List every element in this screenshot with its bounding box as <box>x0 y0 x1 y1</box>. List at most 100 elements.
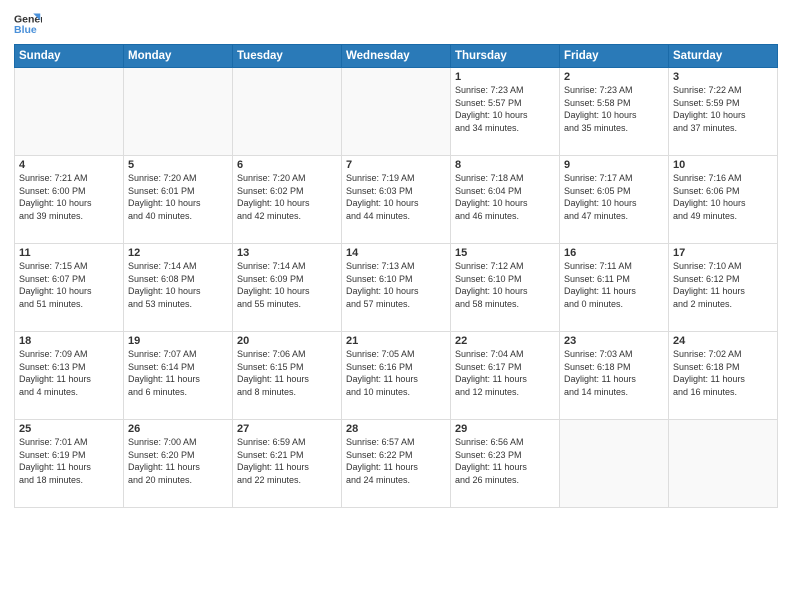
day-number: 21 <box>346 335 446 347</box>
calendar-cell: 29Sunrise: 6:56 AMSunset: 6:23 PMDayligh… <box>451 420 560 508</box>
day-number: 6 <box>237 159 337 171</box>
day-number: 11 <box>19 247 119 259</box>
day-number: 2 <box>564 71 664 83</box>
day-number: 22 <box>455 335 555 347</box>
calendar-cell: 9Sunrise: 7:17 AMSunset: 6:05 PMDaylight… <box>560 156 669 244</box>
calendar-cell <box>233 68 342 156</box>
weekday-header-friday: Friday <box>560 45 669 68</box>
calendar-cell <box>124 68 233 156</box>
cell-content: Sunrise: 7:06 AMSunset: 6:15 PMDaylight:… <box>237 348 337 398</box>
weekday-header-saturday: Saturday <box>669 45 778 68</box>
calendar-cell: 28Sunrise: 6:57 AMSunset: 6:22 PMDayligh… <box>342 420 451 508</box>
calendar-cell: 14Sunrise: 7:13 AMSunset: 6:10 PMDayligh… <box>342 244 451 332</box>
cell-content: Sunrise: 7:09 AMSunset: 6:13 PMDaylight:… <box>19 348 119 398</box>
cell-content: Sunrise: 7:14 AMSunset: 6:08 PMDaylight:… <box>128 260 228 310</box>
cell-content: Sunrise: 7:05 AMSunset: 6:16 PMDaylight:… <box>346 348 446 398</box>
cell-content: Sunrise: 6:56 AMSunset: 6:23 PMDaylight:… <box>455 436 555 486</box>
calendar-cell: 5Sunrise: 7:20 AMSunset: 6:01 PMDaylight… <box>124 156 233 244</box>
cell-content: Sunrise: 7:03 AMSunset: 6:18 PMDaylight:… <box>564 348 664 398</box>
day-number: 9 <box>564 159 664 171</box>
cell-content: Sunrise: 7:04 AMSunset: 6:17 PMDaylight:… <box>455 348 555 398</box>
logo-icon: General Blue <box>14 10 42 38</box>
cell-content: Sunrise: 7:00 AMSunset: 6:20 PMDaylight:… <box>128 436 228 486</box>
day-number: 28 <box>346 423 446 435</box>
calendar-cell: 20Sunrise: 7:06 AMSunset: 6:15 PMDayligh… <box>233 332 342 420</box>
day-number: 20 <box>237 335 337 347</box>
calendar-cell: 10Sunrise: 7:16 AMSunset: 6:06 PMDayligh… <box>669 156 778 244</box>
weekday-header-thursday: Thursday <box>451 45 560 68</box>
calendar-cell: 24Sunrise: 7:02 AMSunset: 6:18 PMDayligh… <box>669 332 778 420</box>
cell-content: Sunrise: 7:14 AMSunset: 6:09 PMDaylight:… <box>237 260 337 310</box>
day-number: 14 <box>346 247 446 259</box>
weekday-header-tuesday: Tuesday <box>233 45 342 68</box>
day-number: 17 <box>673 247 773 259</box>
day-number: 27 <box>237 423 337 435</box>
day-number: 8 <box>455 159 555 171</box>
day-number: 3 <box>673 71 773 83</box>
cell-content: Sunrise: 7:21 AMSunset: 6:00 PMDaylight:… <box>19 172 119 222</box>
calendar-cell: 16Sunrise: 7:11 AMSunset: 6:11 PMDayligh… <box>560 244 669 332</box>
weekday-header-monday: Monday <box>124 45 233 68</box>
calendar-cell: 22Sunrise: 7:04 AMSunset: 6:17 PMDayligh… <box>451 332 560 420</box>
calendar-cell: 25Sunrise: 7:01 AMSunset: 6:19 PMDayligh… <box>15 420 124 508</box>
page-container: General Blue SundayMondayTuesdayWednesda… <box>0 0 792 514</box>
day-number: 7 <box>346 159 446 171</box>
calendar-cell: 2Sunrise: 7:23 AMSunset: 5:58 PMDaylight… <box>560 68 669 156</box>
day-number: 25 <box>19 423 119 435</box>
cell-content: Sunrise: 6:59 AMSunset: 6:21 PMDaylight:… <box>237 436 337 486</box>
calendar-week-2: 4Sunrise: 7:21 AMSunset: 6:00 PMDaylight… <box>15 156 778 244</box>
calendar-cell: 17Sunrise: 7:10 AMSunset: 6:12 PMDayligh… <box>669 244 778 332</box>
cell-content: Sunrise: 7:12 AMSunset: 6:10 PMDaylight:… <box>455 260 555 310</box>
cell-content: Sunrise: 7:18 AMSunset: 6:04 PMDaylight:… <box>455 172 555 222</box>
day-number: 16 <box>564 247 664 259</box>
calendar-cell: 26Sunrise: 7:00 AMSunset: 6:20 PMDayligh… <box>124 420 233 508</box>
logo: General Blue <box>14 10 42 38</box>
calendar-cell <box>342 68 451 156</box>
calendar-cell: 12Sunrise: 7:14 AMSunset: 6:08 PMDayligh… <box>124 244 233 332</box>
calendar-table: SundayMondayTuesdayWednesdayThursdayFrid… <box>14 44 778 508</box>
header: General Blue <box>14 10 778 38</box>
calendar-cell: 4Sunrise: 7:21 AMSunset: 6:00 PMDaylight… <box>15 156 124 244</box>
calendar-cell: 6Sunrise: 7:20 AMSunset: 6:02 PMDaylight… <box>233 156 342 244</box>
cell-content: Sunrise: 7:19 AMSunset: 6:03 PMDaylight:… <box>346 172 446 222</box>
cell-content: Sunrise: 7:11 AMSunset: 6:11 PMDaylight:… <box>564 260 664 310</box>
day-number: 1 <box>455 71 555 83</box>
cell-content: Sunrise: 7:02 AMSunset: 6:18 PMDaylight:… <box>673 348 773 398</box>
day-number: 29 <box>455 423 555 435</box>
cell-content: Sunrise: 7:20 AMSunset: 6:02 PMDaylight:… <box>237 172 337 222</box>
cell-content: Sunrise: 7:23 AMSunset: 5:58 PMDaylight:… <box>564 84 664 134</box>
calendar-cell: 8Sunrise: 7:18 AMSunset: 6:04 PMDaylight… <box>451 156 560 244</box>
calendar-cell <box>560 420 669 508</box>
calendar-cell: 19Sunrise: 7:07 AMSunset: 6:14 PMDayligh… <box>124 332 233 420</box>
cell-content: Sunrise: 7:17 AMSunset: 6:05 PMDaylight:… <box>564 172 664 222</box>
calendar-cell <box>15 68 124 156</box>
weekday-header-wednesday: Wednesday <box>342 45 451 68</box>
cell-content: Sunrise: 7:16 AMSunset: 6:06 PMDaylight:… <box>673 172 773 222</box>
calendar-week-4: 18Sunrise: 7:09 AMSunset: 6:13 PMDayligh… <box>15 332 778 420</box>
day-number: 12 <box>128 247 228 259</box>
cell-content: Sunrise: 6:57 AMSunset: 6:22 PMDaylight:… <box>346 436 446 486</box>
calendar-week-1: 1Sunrise: 7:23 AMSunset: 5:57 PMDaylight… <box>15 68 778 156</box>
day-number: 5 <box>128 159 228 171</box>
calendar-cell: 13Sunrise: 7:14 AMSunset: 6:09 PMDayligh… <box>233 244 342 332</box>
calendar-cell: 23Sunrise: 7:03 AMSunset: 6:18 PMDayligh… <box>560 332 669 420</box>
day-number: 10 <box>673 159 773 171</box>
day-number: 18 <box>19 335 119 347</box>
calendar-cell: 27Sunrise: 6:59 AMSunset: 6:21 PMDayligh… <box>233 420 342 508</box>
cell-content: Sunrise: 7:15 AMSunset: 6:07 PMDaylight:… <box>19 260 119 310</box>
day-number: 15 <box>455 247 555 259</box>
day-number: 24 <box>673 335 773 347</box>
calendar-cell: 7Sunrise: 7:19 AMSunset: 6:03 PMDaylight… <box>342 156 451 244</box>
calendar-cell: 21Sunrise: 7:05 AMSunset: 6:16 PMDayligh… <box>342 332 451 420</box>
calendar-cell: 3Sunrise: 7:22 AMSunset: 5:59 PMDaylight… <box>669 68 778 156</box>
cell-content: Sunrise: 7:22 AMSunset: 5:59 PMDaylight:… <box>673 84 773 134</box>
cell-content: Sunrise: 7:01 AMSunset: 6:19 PMDaylight:… <box>19 436 119 486</box>
calendar-cell: 1Sunrise: 7:23 AMSunset: 5:57 PMDaylight… <box>451 68 560 156</box>
weekday-header-sunday: Sunday <box>15 45 124 68</box>
calendar-cell: 15Sunrise: 7:12 AMSunset: 6:10 PMDayligh… <box>451 244 560 332</box>
calendar-cell: 18Sunrise: 7:09 AMSunset: 6:13 PMDayligh… <box>15 332 124 420</box>
cell-content: Sunrise: 7:10 AMSunset: 6:12 PMDaylight:… <box>673 260 773 310</box>
cell-content: Sunrise: 7:23 AMSunset: 5:57 PMDaylight:… <box>455 84 555 134</box>
calendar-week-5: 25Sunrise: 7:01 AMSunset: 6:19 PMDayligh… <box>15 420 778 508</box>
svg-text:Blue: Blue <box>14 24 37 36</box>
